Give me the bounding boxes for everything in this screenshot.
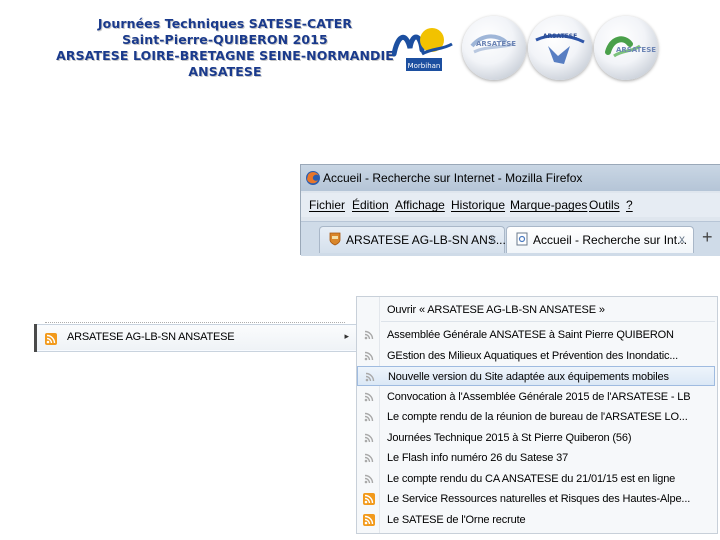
tab-accueil-label: Accueil - Recherche sur Int... [533, 233, 688, 247]
feed-menu-item-label: Assemblée Générale ANSATESE à Saint Pier… [387, 329, 674, 341]
feed-menu-item-label: Journées Technique 2015 à St Pierre Quib… [387, 431, 632, 444]
feed-menu-item[interactable]: Nouvelle version du Site adaptée aux équ… [357, 366, 715, 386]
arsatese-logo-3: ARSATESE [594, 16, 658, 80]
feed-menu-item[interactable]: Le compte rendu du CA ANSATESE du 21/01/… [357, 469, 715, 489]
feed-menu-item[interactable]: Le SATESE de l'Orne recrute [357, 510, 715, 530]
bookmark-folder-item[interactable]: ARSATESE AG-LB-SN ANSATESE ▸ [34, 322, 358, 352]
rss-grey-icon [364, 433, 374, 442]
arsatese-logo-1: ARSATESE [462, 16, 526, 80]
menu-edition[interactable]: Édition [352, 198, 389, 212]
feed-menu-item-label: Le SATESE de l'Orne recrute [387, 513, 526, 526]
tab-accueil[interactable]: Accueil - Recherche sur Int... x [506, 226, 694, 253]
tab-close-icon[interactable]: x [490, 232, 496, 246]
rss-grey-icon [364, 412, 374, 422]
firefox-window: Accueil - Recherche sur Internet - Mozil… [300, 164, 720, 256]
feed-menu-item-label: Le Service Ressources naturelles et Risq… [387, 493, 691, 505]
logo-1-text: ARSATESE [476, 40, 516, 48]
rss-grey-icon [364, 453, 374, 463]
menu-marque-pages[interactable]: Marque-pages [510, 198, 587, 212]
logo-3-text: ARSATESE [616, 46, 656, 54]
tab-arsatese[interactable]: ARSATESE AG-LB-SN ANS... x [319, 226, 506, 253]
firefox-icon [306, 171, 320, 185]
rss-orange-icon [45, 333, 57, 345]
rss-grey-icon [364, 474, 374, 483]
menu-affichage[interactable]: Affichage [395, 198, 445, 212]
feed-menu-item-label: Le compte rendu de la réunion de bureau … [387, 411, 688, 423]
site-favicon-icon [329, 232, 341, 246]
rss-grey-icon [364, 330, 374, 340]
header-line-1: Journées Techniques SATESE-CATER [97, 16, 353, 31]
tab-arsatese-label: ARSATESE AG-LB-SN ANS... [346, 233, 506, 247]
feed-menu-item-label: Le Flash info numéro 26 du Satese 37 [387, 452, 569, 464]
open-all-label: Ouvrir « ARSATESE AG-LB-SN ANSATESE » [387, 304, 605, 316]
feed-menu-item[interactable]: Convocation à l'Assemblée Générale 2015 … [357, 387, 715, 407]
feed-menu-item[interactable]: Journées Technique 2015 à St Pierre Quib… [357, 428, 715, 448]
submenu-arrow-icon: ▸ [344, 332, 349, 342]
feed-menu-item[interactable]: GEstion des Milieux Aquatiques et Préven… [357, 346, 715, 366]
new-tab-icon[interactable]: + [702, 228, 713, 246]
rss-grey-icon [364, 392, 374, 401]
menu-fichier[interactable]: Fichier [309, 198, 345, 212]
morbihan-logo: Morbihan [391, 24, 454, 72]
header-line-4: ANSATESE [188, 64, 262, 79]
header-line-2: Saint-Pierre-QUIBERON 2015 [122, 32, 328, 47]
menu-edge [34, 324, 37, 352]
window-title: Accueil - Recherche sur Internet - Mozil… [323, 171, 583, 185]
feed-menu-item[interactable]: Le compte rendu de la réunion de bureau … [357, 407, 715, 427]
feed-menu-item-label: Le compte rendu du CA ANSATESE du 21/01/… [387, 472, 676, 485]
rss-orange-icon [363, 493, 375, 505]
window-titlebar[interactable]: Accueil - Recherche sur Internet - Mozil… [301, 165, 720, 191]
arsatese-logo-2: ARSATESE [528, 16, 592, 80]
header-line-3: ARSATESE LOIRE-BRETAGNE SEINE-NORMANDIE [56, 48, 394, 63]
bookmark-folder-label: ARSATESE AG-LB-SN ANSATESE [67, 331, 235, 343]
menu-historique[interactable]: Historique [451, 198, 505, 212]
feed-menu-item[interactable]: Le Flash info numéro 26 du Satese 37 [357, 448, 715, 468]
rss-grey-icon [365, 372, 375, 382]
feed-menu-item-label: GEstion des Milieux Aquatiques et Préven… [387, 349, 679, 362]
logo-2-text: ARSATESE [543, 33, 577, 40]
feed-menu-item[interactable]: Le Service Ressources naturelles et Risq… [357, 489, 715, 509]
menu-outils[interactable]: Outils [589, 198, 620, 212]
page-icon [516, 232, 528, 246]
menu-help[interactable]: ? [626, 198, 633, 212]
feed-menu-item-label: Convocation à l'Assemblée Générale 2015 … [387, 390, 691, 403]
morbihan-logo-text: Morbihan [408, 62, 441, 70]
feed-menu-item-label: Nouvelle version du Site adaptée aux équ… [388, 371, 669, 383]
rss-orange-icon [363, 513, 375, 526]
tab-close-icon[interactable]: x [679, 232, 685, 246]
rss-grey-icon [364, 351, 374, 360]
presentation-header: Journées Techniques SATESE-CATER Saint-P… [55, 16, 395, 80]
tab-strip: ARSATESE AG-LB-SN ANS... x Accueil - Rec… [301, 221, 720, 256]
menu-bar: Fichier Édition Affichage Historique Mar… [301, 193, 720, 217]
open-all-menu-item[interactable]: Ouvrir « ARSATESE AG-LB-SN ANSATESE » [357, 300, 715, 320]
feed-submenu: Ouvrir « ARSATESE AG-LB-SN ANSATESE » As… [356, 296, 718, 534]
dotted-divider [45, 322, 345, 325]
menu-separator [381, 321, 715, 322]
feed-menu-item[interactable]: Assemblée Générale ANSATESE à Saint Pier… [357, 325, 715, 345]
